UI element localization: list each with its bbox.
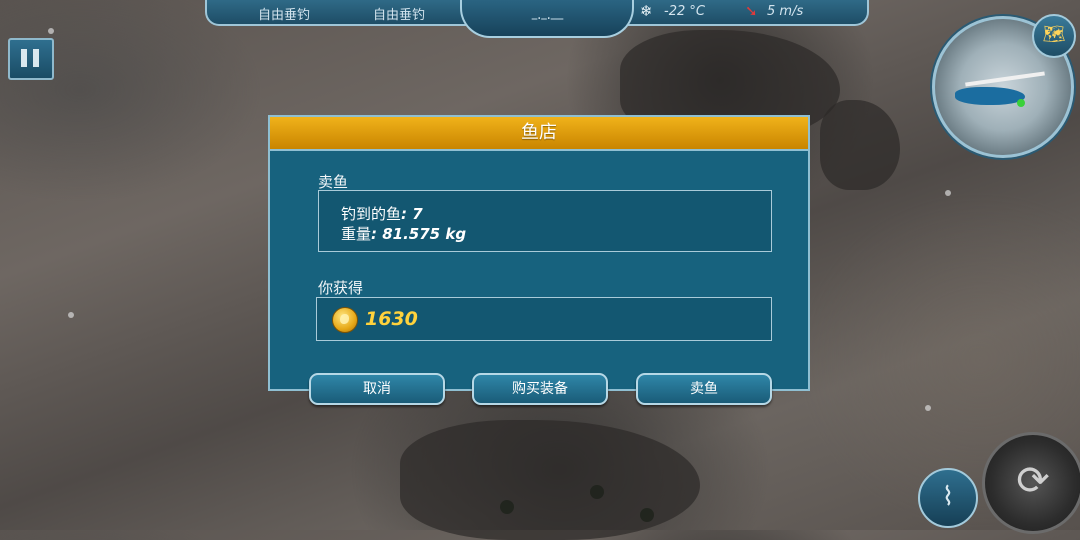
tree (640, 508, 654, 522)
tree (590, 485, 604, 499)
sell-section-label: 卖鱼 (318, 173, 349, 191)
earned-amount: 1630 (365, 308, 418, 330)
buy-gear-button[interactable]: 购买装备 (472, 373, 608, 405)
terrain-shadow (400, 420, 700, 540)
map-icon[interactable]: 🗺 (1032, 14, 1076, 58)
snowflake (945, 190, 951, 196)
wind-speed-readout: 5 m/s (767, 4, 804, 19)
weight-line: 重量: 81.575 kg (341, 223, 466, 244)
player-marker-icon (1017, 99, 1025, 107)
fish-shop-dialog: 鱼店 卖鱼 钓到的鱼: 7 重量: 81.575 kg 你获得 1630 (268, 115, 810, 391)
fish-caught-value: : 7 (401, 205, 423, 223)
rod-cast-button[interactable]: ⌇ (918, 468, 978, 528)
tree (500, 500, 514, 514)
pause-icon (33, 49, 39, 67)
fish-caught-label: 钓到的鱼 (341, 205, 402, 223)
reel-button[interactable]: ⟳ (982, 432, 1080, 534)
hud-tab-free-fishing[interactable]: 自由垂钓 (258, 4, 310, 23)
coin-icon (332, 307, 358, 333)
earned-box: 1630 (316, 297, 772, 341)
sell-info-box: 钓到的鱼: 7 重量: 81.575 kg (318, 190, 772, 252)
minimap-lake (955, 87, 1025, 105)
temperature-readout: -22 °C (664, 4, 705, 19)
weight-value: : 81.575 kg (371, 225, 467, 243)
pause-button[interactable] (8, 38, 54, 80)
snowflake (925, 405, 931, 411)
snowflake (48, 28, 54, 34)
snowflake-icon: ❄ (640, 2, 653, 20)
minimap-road (965, 71, 1045, 87)
fish-caught-line: 钓到的鱼: 7 (341, 203, 423, 224)
snowflake (68, 312, 74, 318)
cancel-button[interactable]: 取消 (309, 373, 445, 405)
pause-icon (21, 49, 27, 67)
hud-center-indicator: –·–·— (460, 0, 634, 38)
wind-arrow-icon: ➘ (745, 2, 758, 20)
terrain-rock (820, 100, 900, 190)
sell-fish-button[interactable]: 卖鱼 (636, 373, 772, 405)
weight-label: 重量 (341, 225, 372, 243)
earn-section-label: 你获得 (318, 279, 364, 297)
hud-tab-free-fishing[interactable]: 自由垂钓 (373, 4, 425, 23)
dialog-title: 鱼店 (270, 117, 808, 151)
